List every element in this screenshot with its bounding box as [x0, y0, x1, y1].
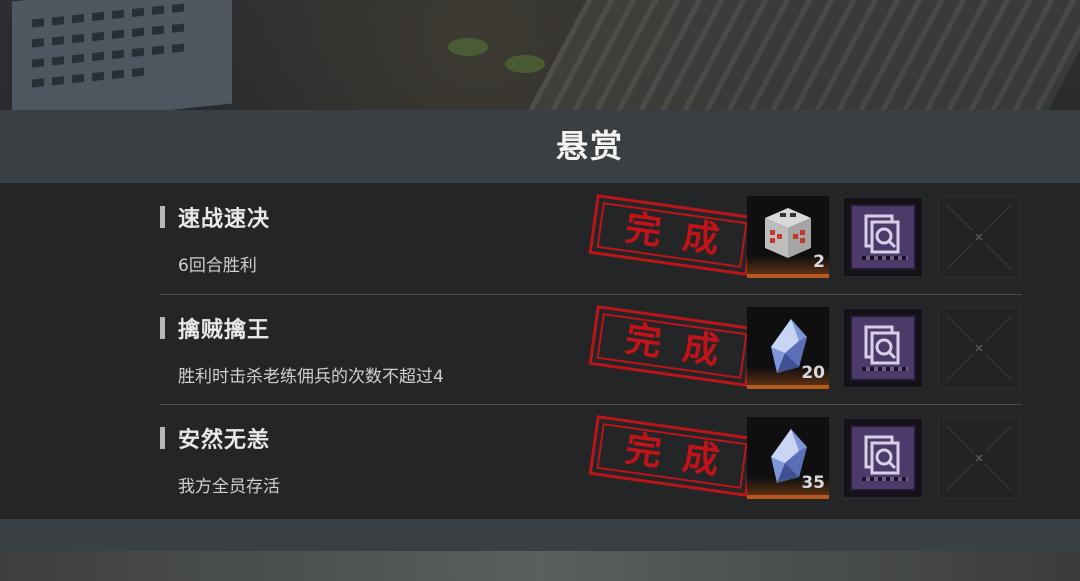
reward-count: 20	[801, 363, 825, 383]
bounty-description: 胜利时击杀老练佣兵的次数不超过4	[178, 367, 444, 387]
empty-slot-icon	[946, 204, 1012, 270]
empty-slot-icon	[946, 315, 1012, 381]
reward-item-slot[interactable]: 35	[747, 417, 829, 499]
bounty-title: 安然无恙	[178, 428, 271, 453]
empty-reward-slot	[938, 196, 1020, 278]
bounty-title: 速战速决	[178, 207, 271, 232]
bounty-row: 擒贼擒王 胜利时击杀老练佣兵的次数不超过4 完成 20	[0, 294, 1080, 404]
empty-slot-icon	[946, 425, 1012, 491]
buff-stripes	[862, 256, 908, 260]
row-accent-bar	[160, 206, 165, 228]
complete-stamp-text: 完成	[622, 207, 744, 265]
background-bottom-strip	[0, 548, 1080, 581]
panel-footer	[0, 519, 1080, 551]
reward-buff-slot[interactable]	[842, 417, 924, 499]
complete-stamp: 完成	[588, 194, 756, 276]
scan-card-icon	[850, 315, 916, 381]
reward-count: 35	[801, 473, 825, 493]
bounty-row: 速战速决 6回合胜利 完成 2	[0, 183, 1080, 293]
empty-reward-slot	[938, 417, 1020, 499]
panel-title: 悬赏	[555, 127, 624, 165]
complete-stamp: 完成	[588, 415, 756, 497]
bounty-description: 6回合胜利	[178, 256, 257, 276]
complete-stamp: 完成	[588, 305, 756, 387]
row-accent-bar	[160, 317, 165, 339]
background-building	[12, 0, 232, 127]
reward-count: 2	[813, 252, 825, 272]
empty-reward-slot	[938, 307, 1020, 389]
complete-stamp-text: 完成	[622, 318, 744, 376]
reward-buff-slot[interactable]	[842, 196, 924, 278]
complete-stamp-text: 完成	[622, 428, 744, 486]
scan-card-icon	[850, 204, 916, 270]
reward-item-slot[interactable]: 2	[747, 196, 829, 278]
reward-item-slot[interactable]: 20	[747, 307, 829, 389]
background-street	[522, 0, 1080, 120]
bounty-title: 擒贼擒王	[178, 318, 271, 343]
scan-card-icon	[850, 425, 916, 491]
bounty-row: 安然无恙 我方全员存活 完成 35	[0, 404, 1080, 514]
background-lawn	[448, 38, 488, 56]
bounty-panel: 悬赏 速战速决 6回合胜利 完成 2 擒贼擒王 胜利时击杀老练佣兵的次数不超过4…	[0, 110, 1080, 551]
bounty-list: 速战速决 6回合胜利 完成 2 擒贼擒王 胜利时击杀老练佣兵的次数不超过4 完成…	[0, 183, 1080, 519]
bounty-description: 我方全员存活	[178, 477, 280, 497]
buff-stripes	[862, 367, 908, 371]
panel-header: 悬赏	[0, 110, 1080, 183]
buff-stripes	[862, 477, 908, 481]
reward-buff-slot[interactable]	[842, 307, 924, 389]
row-accent-bar	[160, 427, 165, 449]
background-lawn	[505, 55, 545, 73]
